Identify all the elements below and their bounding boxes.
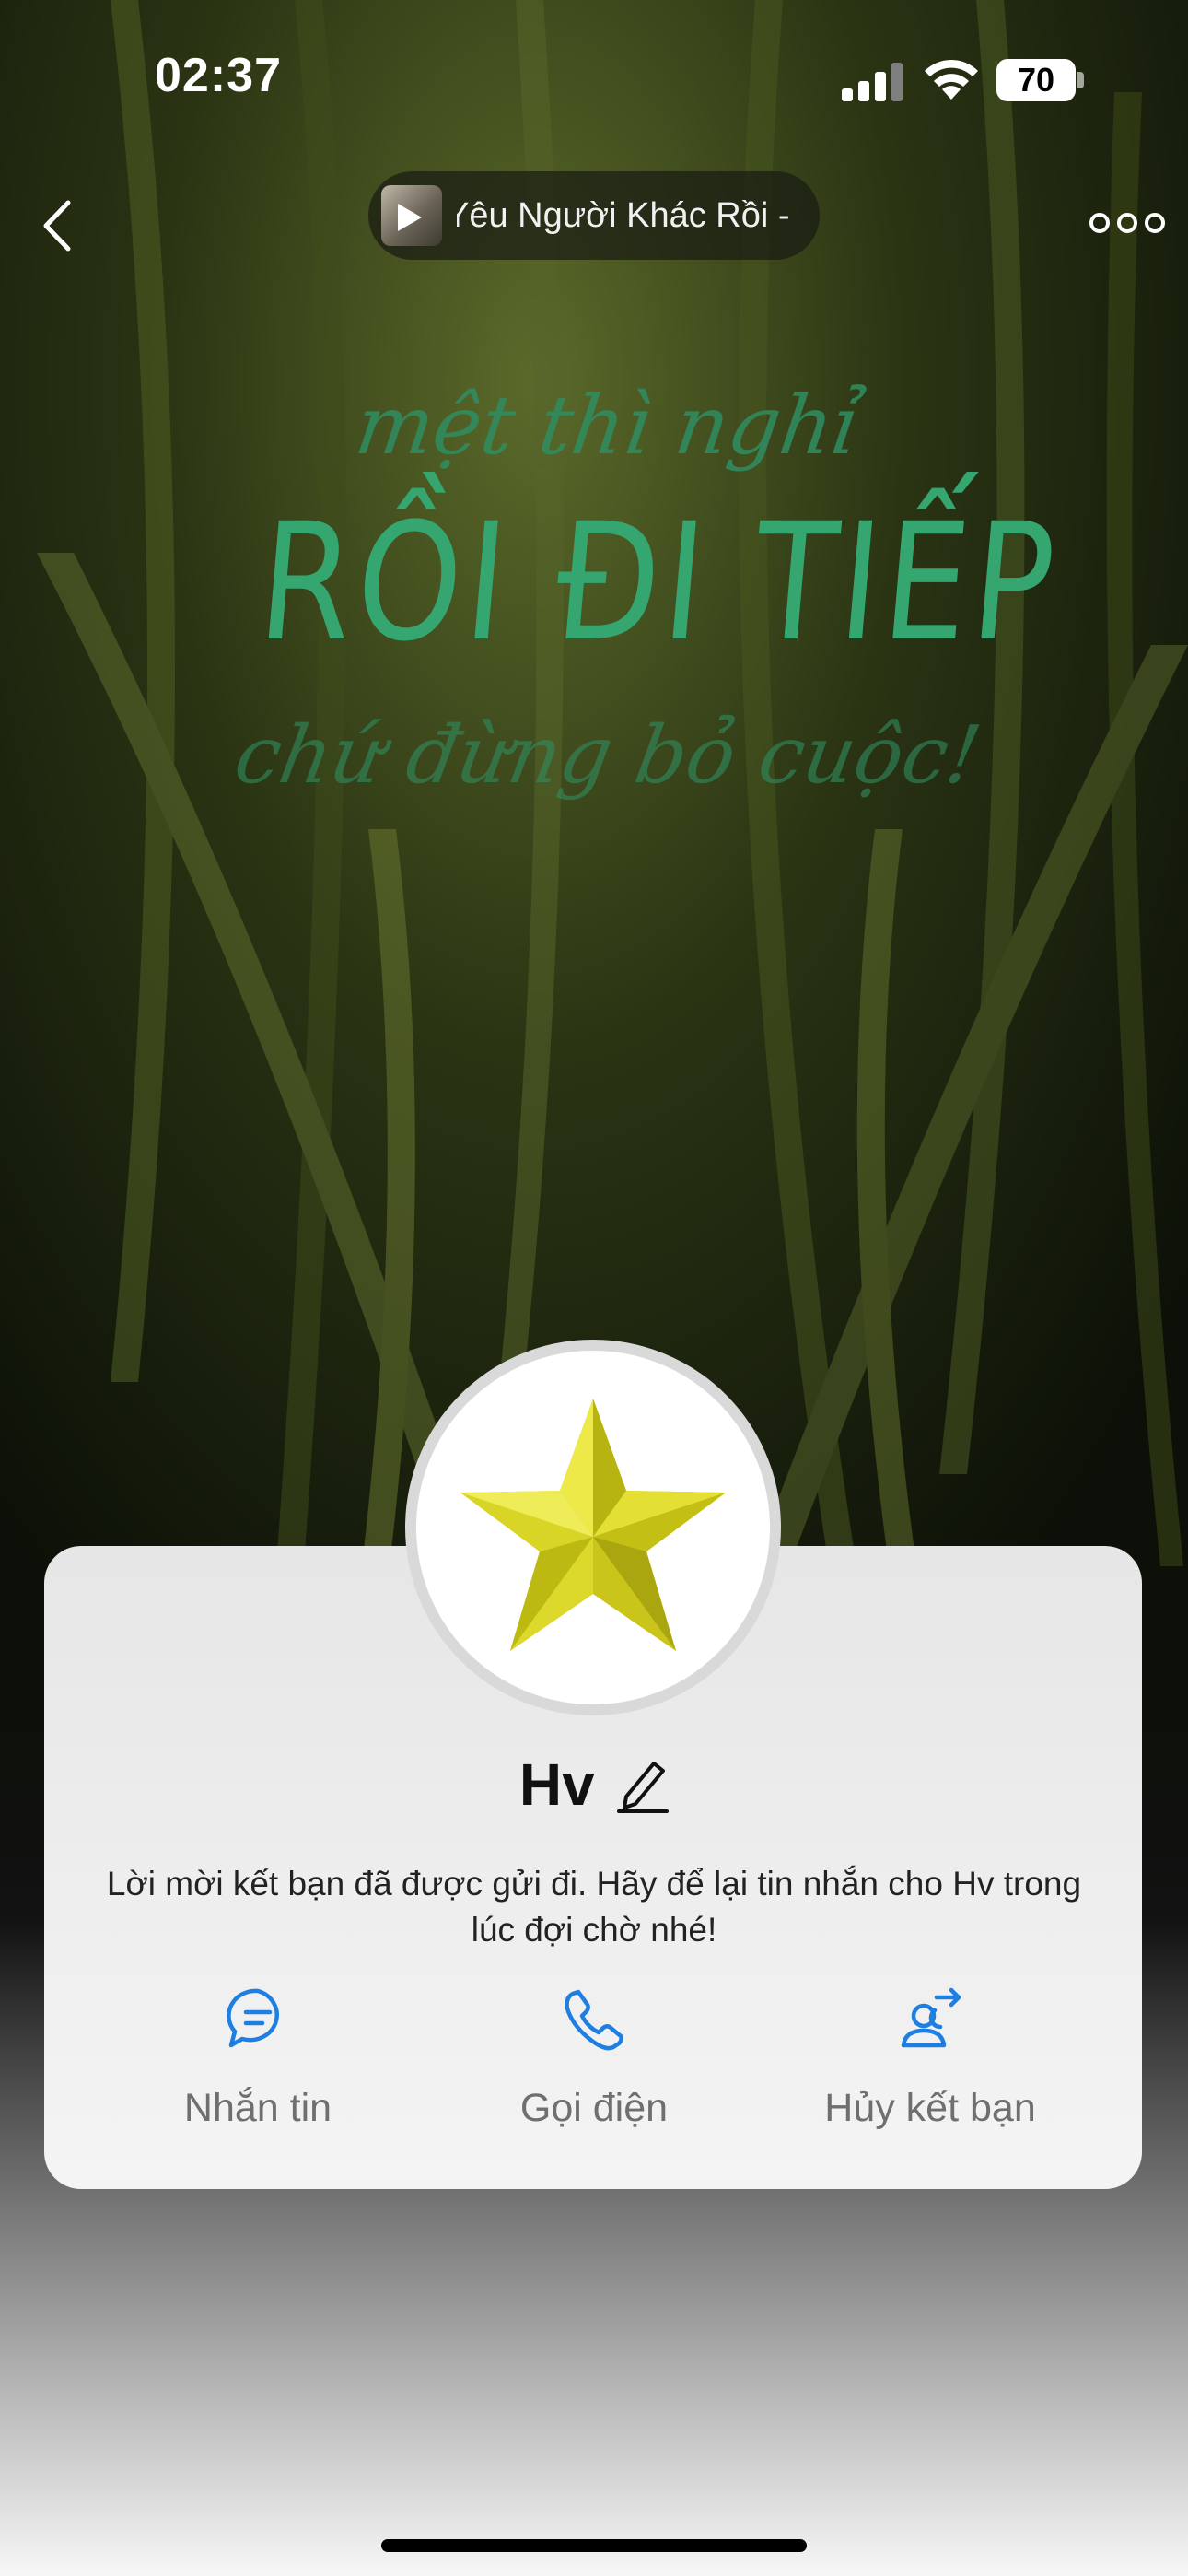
cancel-friend-icon [901,1987,961,2048]
status-bar: 02:37 70 [0,0,1188,157]
more-horizontal-icon[interactable] [1089,205,1166,241]
chat-bubble-icon [227,1988,279,2048]
music-title: Yêu Người Khác Rồi - [457,196,790,235]
wifi-icon [925,59,978,100]
cancel-friend-request-button[interactable]: Hủy kết bạn [755,1981,1105,2165]
cellular-signal-icon [842,63,903,101]
call-button[interactable]: Gọi điện [419,1981,769,2165]
play-icon[interactable] [398,204,422,231]
call-button-label: Gọi điện [519,2086,669,2130]
battery-icon: 70 [996,59,1085,101]
battery-percentage: 70 [1017,61,1055,99]
star-avatar [460,1399,726,1651]
pencil-icon[interactable] [617,1756,670,1813]
home-indicator[interactable] [381,2539,807,2552]
message-button-label: Nhắn tin [183,2086,332,2130]
cover-text-line2: RỒI ĐI TIẾP [251,488,1066,677]
cover-text-line1: mệt thì nghỉ [350,378,866,473]
friend-request-message: Lời mời kết bạn đã được gửi đi. Hãy để l… [106,1865,1082,1949]
cancel-friend-button-label: Hủy kết bạn [824,2086,1036,2130]
profile-name: Hv [518,1751,595,1818]
album-thumbnail [381,185,442,246]
phone-icon [565,1989,623,2051]
music-player-pill[interactable]: Yêu Người Khác Rồi - [368,171,820,260]
profile-name-row: Hv [0,1751,1188,1824]
cover-text-line3: chứ đừng bỏ cuộc! [227,709,988,802]
avatar[interactable] [405,1340,781,1715]
cover-artwork-text: mệt thì nghỉ RỒI ĐI TIẾP chứ đừng bỏ cuộ… [184,350,1066,866]
chevron-left-icon[interactable] [33,193,79,258]
message-button[interactable]: Nhắn tin [83,1981,433,2165]
status-time: 02:37 [155,49,282,102]
